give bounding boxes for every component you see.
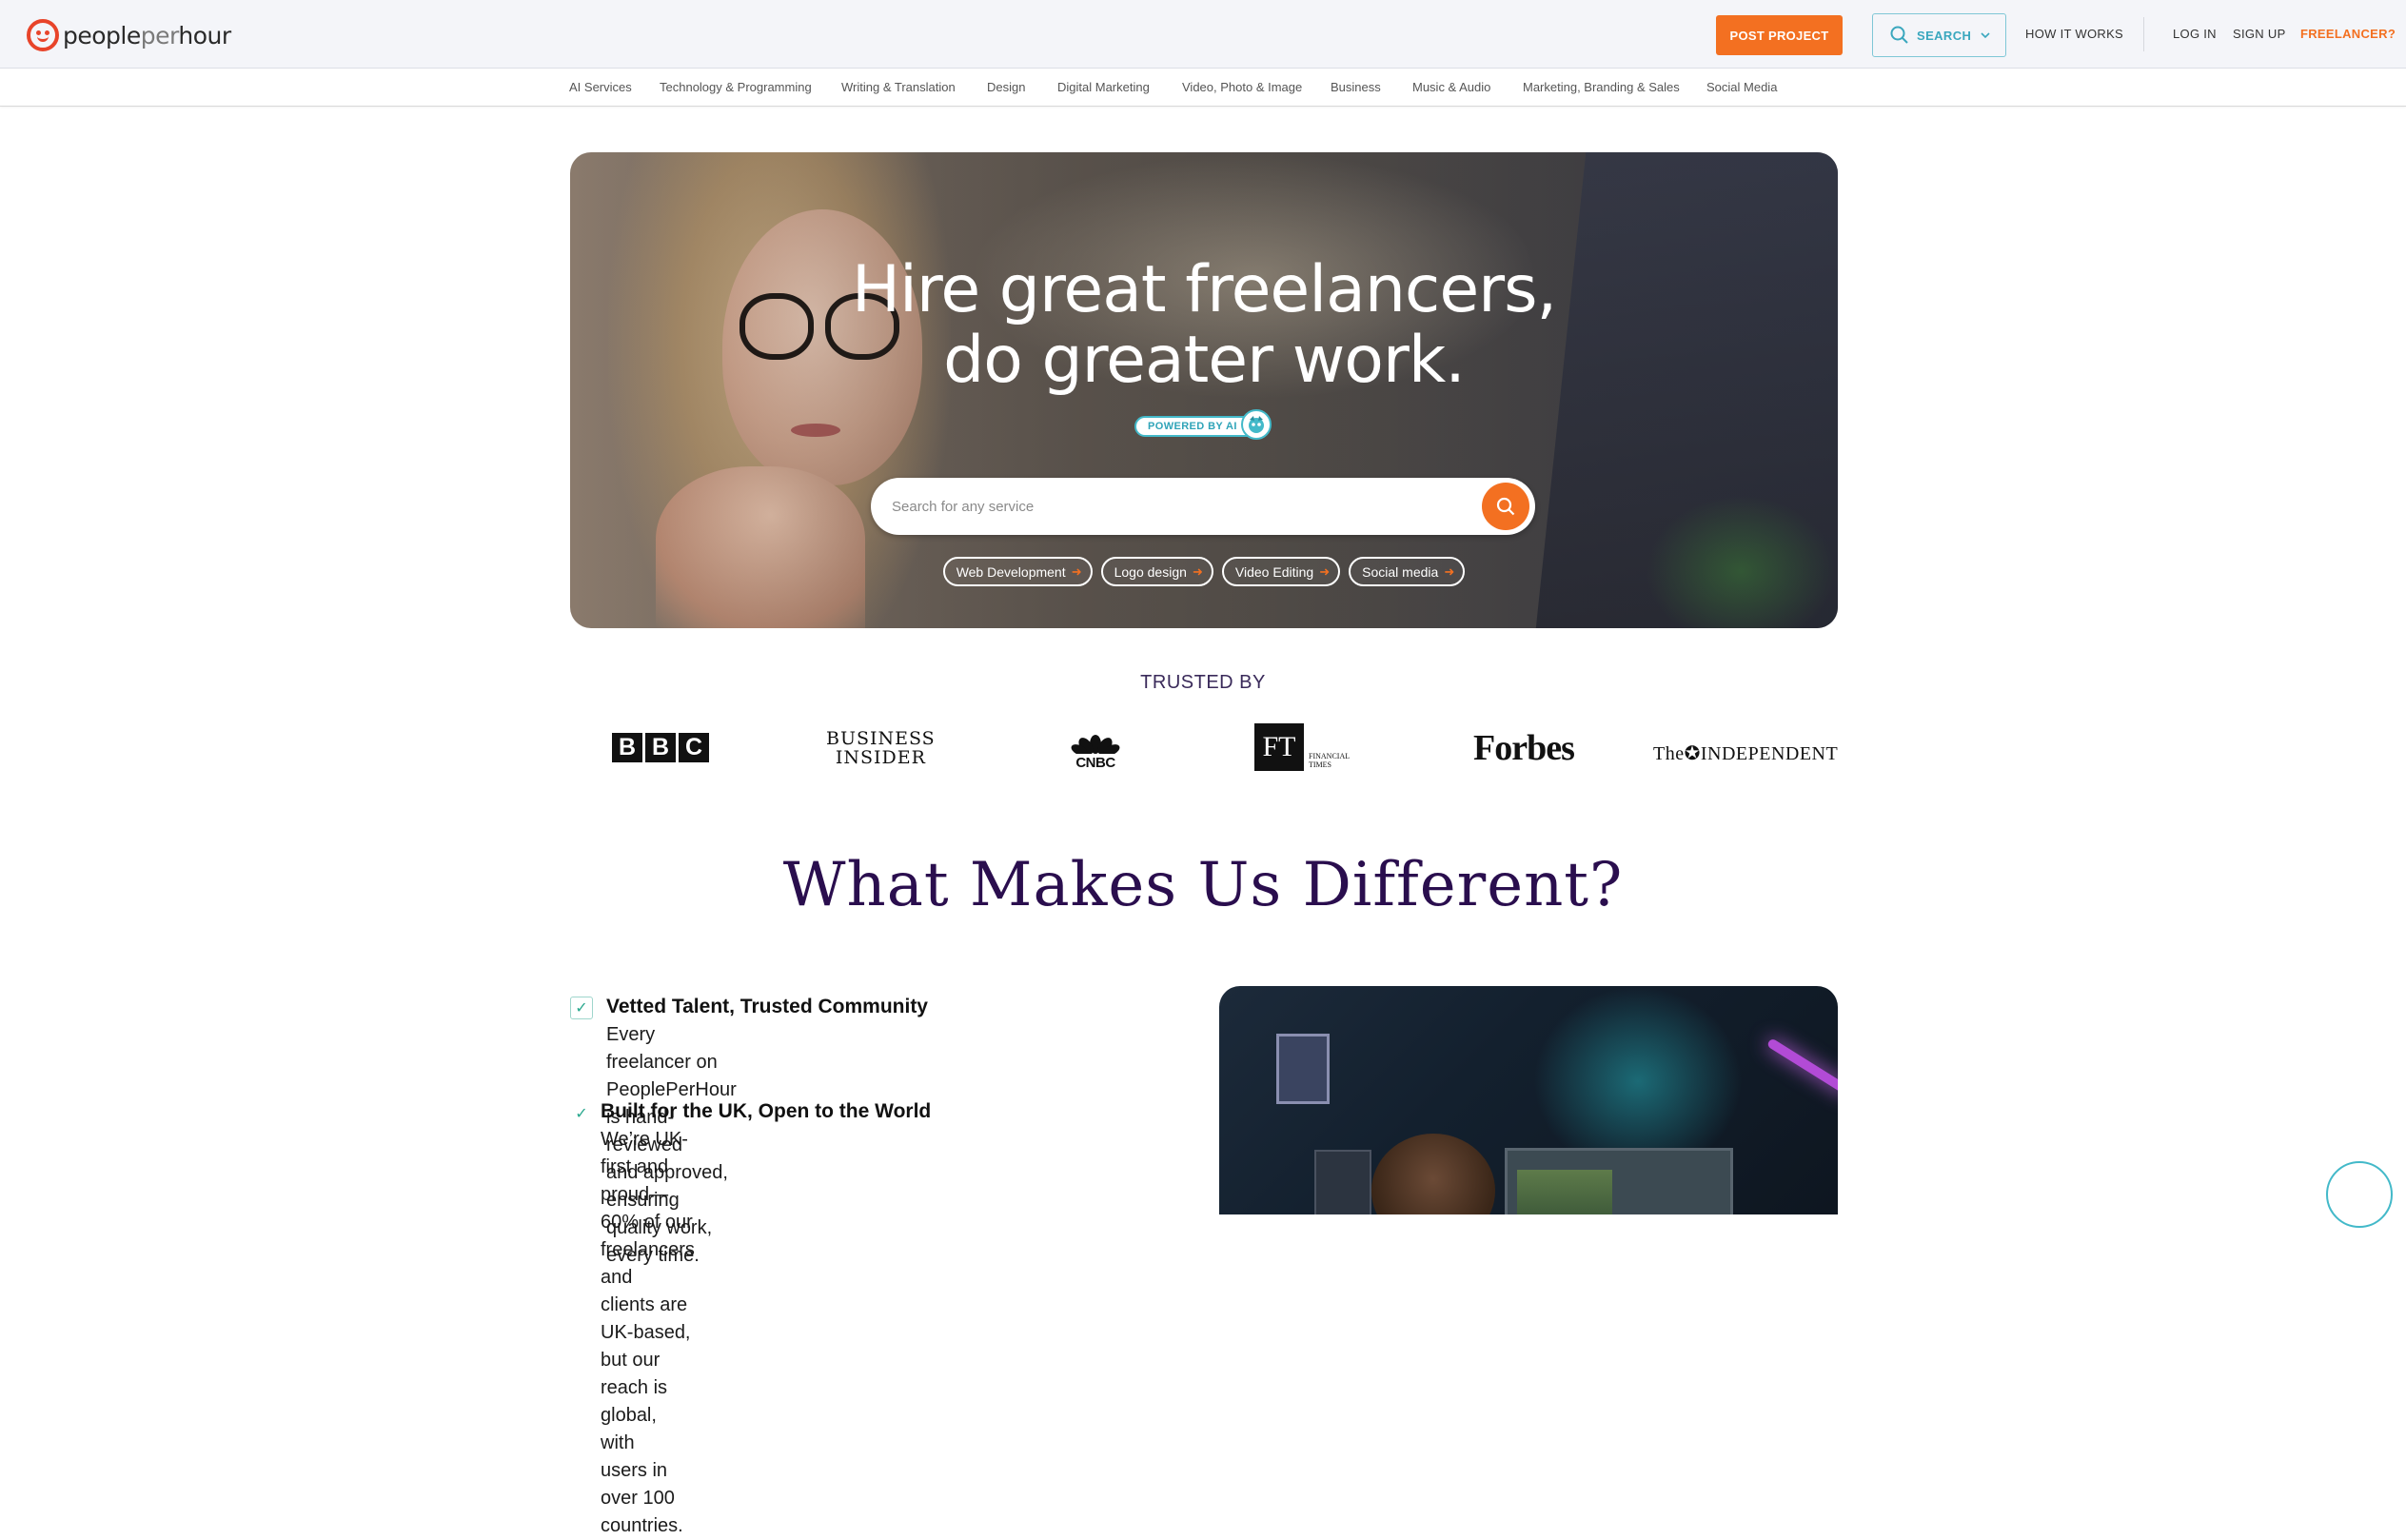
search-icon — [1890, 26, 1908, 44]
video-editor-photo — [1219, 986, 1838, 1214]
bbc-logo: B B C — [612, 733, 709, 762]
peopleperhour-logo[interactable]: peopleperhour — [27, 19, 231, 51]
post-project-button[interactable]: POST PROJECT — [1716, 15, 1843, 55]
arrow-right-icon: ➜ — [1444, 564, 1455, 579]
hero-banner: Hire great freelancers, do greater work.… — [570, 152, 1838, 628]
category-technology-programming[interactable]: Technology & Programming — [660, 80, 812, 94]
sign-up-link[interactable]: SIGN UP — [2233, 27, 2286, 41]
feature-title: Vetted Talent, Trusted Community — [606, 996, 928, 1017]
logo-wordmark: peopleperhour — [63, 21, 231, 49]
forbes-logo: Forbes — [1473, 728, 1575, 768]
arrow-right-icon: ➜ — [1319, 564, 1331, 579]
feature-description: We’re UK-first and proud—60% of our free… — [601, 1129, 695, 1536]
arrow-right-icon: ➜ — [1193, 564, 1203, 579]
category-marketing-branding-sales[interactable]: Marketing, Branding & Sales — [1523, 80, 1680, 94]
popular-search-chips: Web Development ➜ Logo design ➜ Video Edit… — [570, 557, 1838, 586]
the-independent-logo: The✪INDEPENDENT — [1653, 743, 1839, 764]
search-submit-button[interactable] — [1482, 483, 1529, 530]
financial-times-logo: FT FINANCIAL TIMES — [1254, 723, 1350, 771]
chevron-down-icon — [1981, 32, 1990, 39]
top-header: peopleperhour POST PROJECT SEARCH HOW IT… — [0, 0, 2406, 69]
checkmark-icon: ✓ — [570, 997, 593, 1019]
nav-divider — [2143, 17, 2144, 51]
category-video-photo-image[interactable]: Video, Photo & Image — [1182, 80, 1302, 94]
chip-web-development[interactable]: Web Development ➜ — [942, 557, 1093, 586]
section-title-what-makes-us-different: What Makes Us Different? — [782, 850, 1624, 920]
trusted-by-heading: TRUSTED BY — [1140, 672, 1266, 693]
category-nav: AI Services Technology & Programming Wri… — [0, 69, 2406, 107]
category-music-audio[interactable]: Music & Audio — [1412, 80, 1490, 94]
checkmark-icon: ✓ — [575, 1106, 588, 1122]
search-label: SEARCH — [1917, 28, 1972, 43]
smiley-logo-icon — [27, 19, 59, 51]
chip-video-editing[interactable]: Video Editing ➜ — [1221, 557, 1341, 586]
category-ai-services[interactable]: AI Services — [569, 80, 632, 94]
search-icon — [1496, 497, 1515, 516]
feature-title: Built for the UK, Open to the World — [601, 1100, 932, 1122]
freelancer-link[interactable]: FREELANCER? — [2300, 27, 2396, 41]
peacock-icon — [1071, 735, 1120, 756]
arrow-right-icon: ➜ — [1071, 564, 1082, 579]
log-in-link[interactable]: LOG IN — [2173, 27, 2217, 41]
search-dropdown-button[interactable]: SEARCH — [1872, 13, 2006, 57]
category-digital-marketing[interactable]: Digital Marketing — [1057, 80, 1150, 94]
category-business[interactable]: Business — [1331, 80, 1381, 94]
category-social-media[interactable]: Social Media — [1706, 80, 1777, 94]
category-writing-translation[interactable]: Writing & Translation — [841, 80, 956, 94]
business-insider-logo: BUSINESS INSIDER — [826, 728, 936, 768]
how-it-works-link[interactable]: HOW IT WORKS — [2025, 27, 2123, 41]
hero-search-bar — [871, 478, 1535, 535]
service-search-input[interactable] — [892, 478, 1444, 535]
cnbc-logo: CNBC — [1064, 725, 1127, 771]
hero-headline: Hire great freelancers, do greater work. — [851, 252, 1557, 398]
ai-mascot-icon — [1241, 409, 1272, 440]
category-design[interactable]: Design — [987, 80, 1025, 94]
chip-logo-design[interactable]: Logo design ➜ — [1100, 557, 1213, 586]
chip-social-media[interactable]: Social media ➜ — [1349, 557, 1466, 586]
ai-assistant-launcher-button[interactable] — [2326, 1161, 2393, 1228]
